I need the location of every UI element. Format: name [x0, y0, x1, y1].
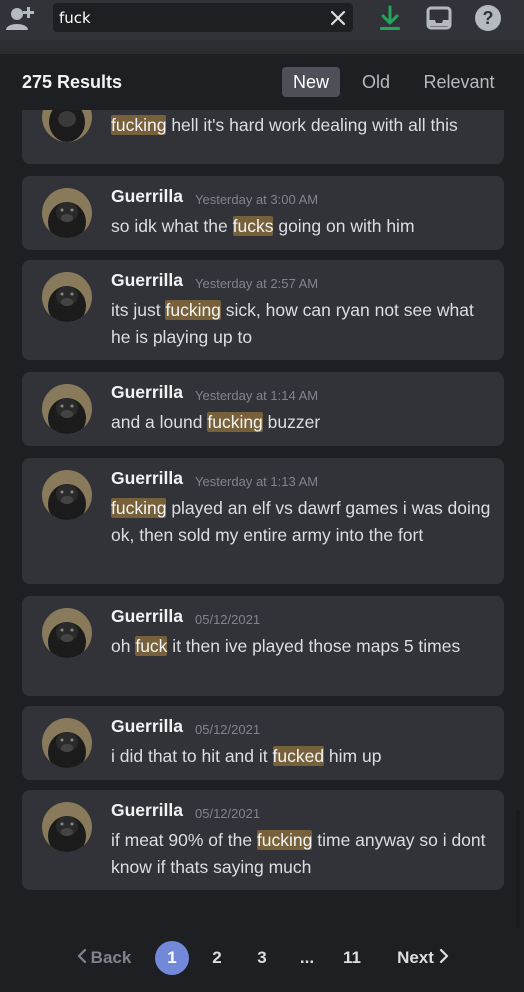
search-highlight: fuck [135, 636, 168, 656]
results-scrollbar[interactable] [516, 810, 520, 928]
page-1-button[interactable]: 1 [155, 941, 189, 975]
page-11-button[interactable]: 11 [338, 941, 366, 975]
search-highlight: fucking [207, 412, 263, 432]
search-highlight: fucking [165, 300, 221, 320]
message-content: so idk what the fucks going on with him [111, 216, 415, 236]
avatar[interactable] [42, 272, 92, 322]
search-toolbar: ? [0, 0, 524, 40]
message-timestamp: Yesterday at 2:57 AM [195, 276, 319, 291]
message-timestamp: 05/12/2021 [195, 722, 261, 737]
message-content: i did that to hit and it fucked him up [111, 746, 382, 766]
search-result[interactable]: fucking hell it's hard work dealing with… [22, 110, 504, 164]
avatar[interactable] [42, 188, 92, 238]
message-timestamp: Yesterday at 1:13 AM [195, 474, 319, 489]
author-name[interactable]: Guerrilla [111, 800, 183, 821]
author-name[interactable]: Guerrilla [111, 716, 183, 737]
message-timestamp: Yesterday at 3:00 AM [195, 192, 319, 207]
svg-text:?: ? [483, 8, 494, 28]
avatar[interactable] [42, 384, 92, 434]
next-button[interactable]: Next [393, 941, 453, 975]
search-result[interactable]: Guerrilla 05/12/2021 oh fuck it then ive… [22, 596, 504, 696]
message-timestamp: Yesterday at 1:14 AM [195, 388, 319, 403]
chevron-right-icon [439, 941, 449, 975]
search-highlight: fucking [111, 115, 167, 135]
author-name[interactable]: Guerrilla [111, 382, 183, 403]
avatar[interactable] [42, 718, 92, 768]
search-highlight: fucked [272, 746, 325, 766]
search-result[interactable]: Guerrilla Yesterday at 1:13 AM fucking p… [22, 458, 504, 584]
search-result[interactable]: Guerrilla 05/12/2021 i did that to hit a… [22, 706, 504, 780]
sort-tab-old[interactable]: Old [352, 67, 400, 97]
avatar[interactable] [42, 470, 92, 520]
avatar[interactable] [42, 802, 92, 852]
search-result[interactable]: Guerrilla Yesterday at 1:14 AM and a lou… [22, 372, 504, 446]
close-icon[interactable] [329, 9, 347, 27]
message-content: and a lound fucking buzzer [111, 412, 321, 432]
download-icon[interactable] [374, 4, 406, 32]
sort-tab-relevant[interactable]: Relevant [414, 67, 504, 97]
message-content: fucking played an elf vs dawrf games i w… [111, 498, 491, 545]
chevron-left-icon [77, 941, 87, 975]
avatar[interactable] [42, 608, 92, 658]
page-2-button[interactable]: 2 [205, 941, 229, 975]
page-ellipsis: ... [299, 948, 315, 967]
page-3-button[interactable]: 3 [250, 941, 274, 975]
search-box[interactable] [53, 3, 353, 32]
avatar[interactable] [42, 110, 92, 142]
back-button[interactable]: Back [74, 941, 134, 975]
results-list: fucking hell it's hard work dealing with… [0, 110, 524, 928]
inbox-icon[interactable] [423, 4, 455, 32]
help-icon[interactable]: ? [472, 4, 504, 32]
search-highlight: fucking [111, 498, 167, 518]
search-highlight: fucks [232, 216, 274, 236]
search-result[interactable]: Guerrilla 05/12/2021 if meat 90% of the … [22, 790, 504, 890]
author-name[interactable]: Guerrilla [111, 606, 183, 627]
message-timestamp: 05/12/2021 [195, 806, 261, 821]
author-name[interactable]: Guerrilla [111, 186, 183, 207]
message-content: if meat 90% of the fucking time anyway s… [111, 830, 486, 877]
message-content: oh fuck it then ive played those maps 5 … [111, 636, 461, 656]
search-highlight: fucking [256, 830, 313, 850]
message-timestamp: 05/12/2021 [195, 612, 261, 627]
search-result[interactable]: Guerrilla Yesterday at 2:57 AM its just … [22, 260, 504, 360]
search-result[interactable]: Guerrilla Yesterday at 3:00 AM so idk wh… [22, 176, 504, 250]
pagination: Back 1 2 3 ... 11 Next [0, 928, 524, 992]
results-header: 275 Results New Old Relevant [0, 54, 524, 110]
search-input[interactable] [59, 3, 319, 32]
results-count: 275 Results [22, 72, 123, 92]
sort-tab-new[interactable]: New [282, 67, 340, 97]
author-name[interactable]: Guerrilla [111, 468, 183, 489]
message-content: its just fucking sick, how can ryan not … [111, 300, 474, 347]
add-friend-icon[interactable] [4, 4, 36, 32]
author-name[interactable]: Guerrilla [111, 270, 183, 291]
message-content: fucking hell it's hard work dealing with… [111, 115, 458, 135]
